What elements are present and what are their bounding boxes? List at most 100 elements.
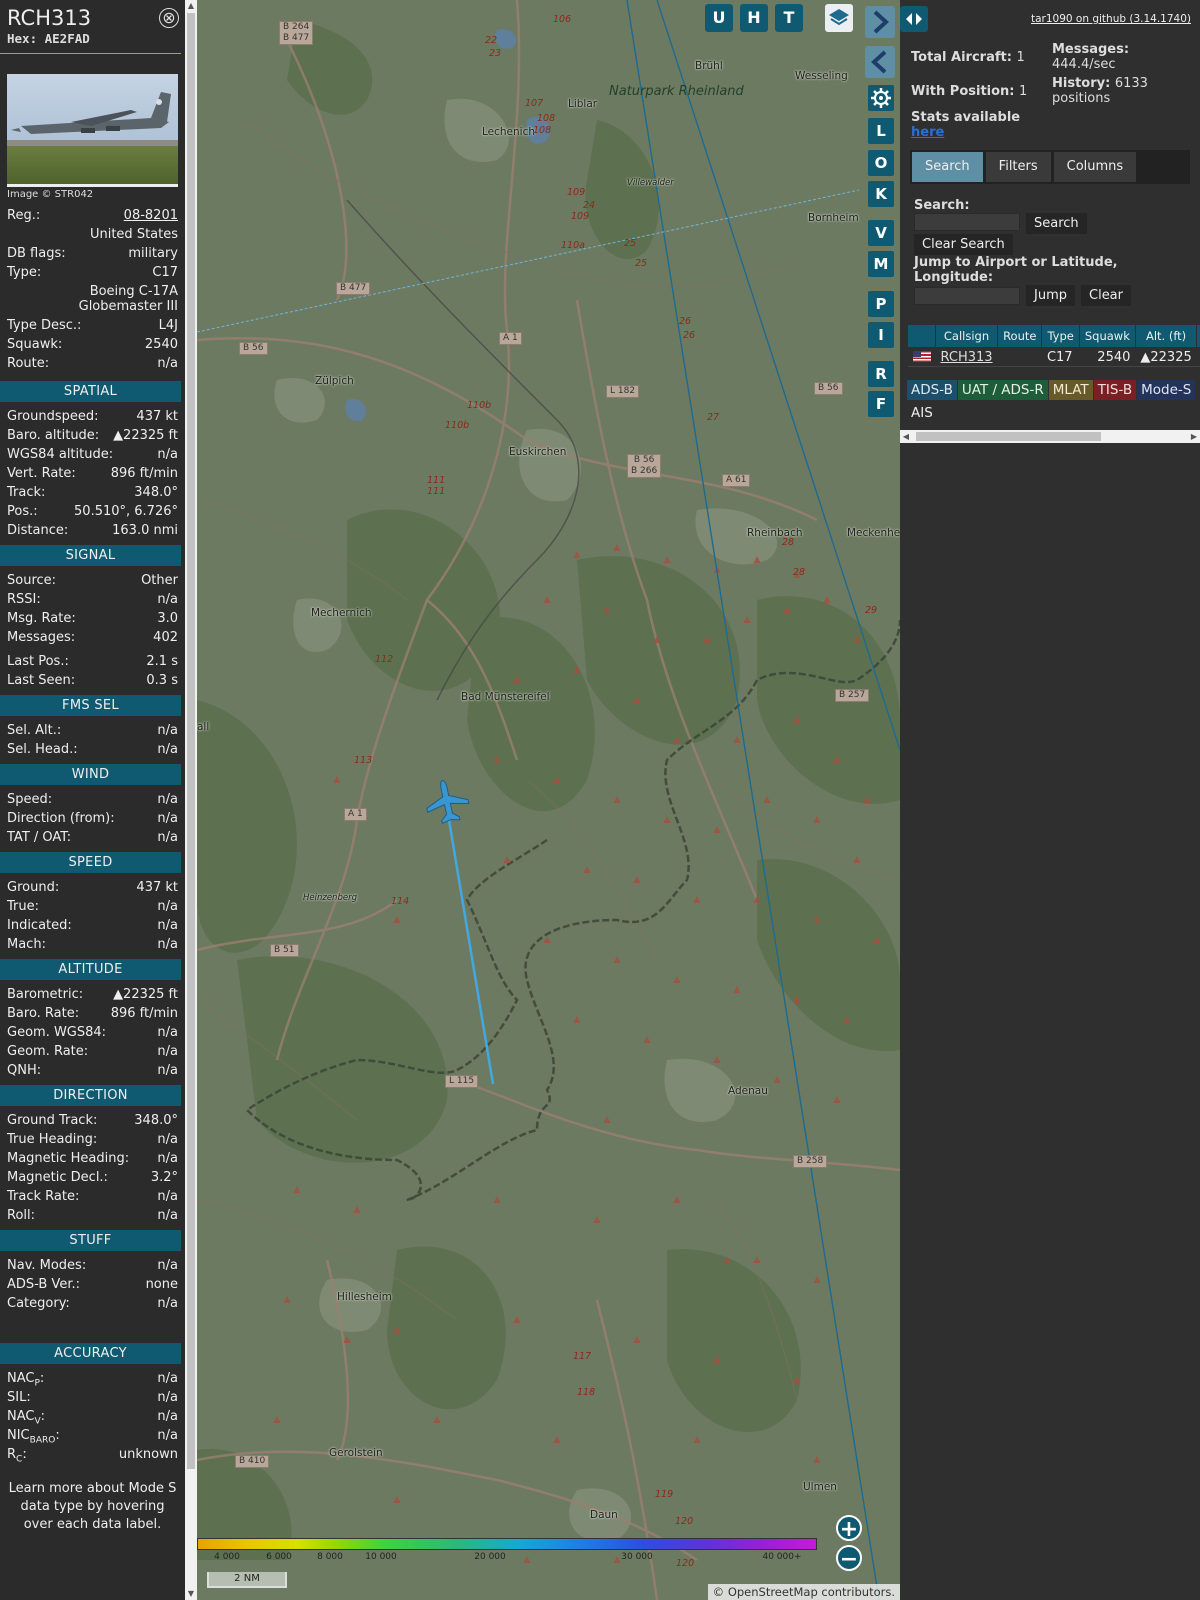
callsign-link[interactable]: RCH313 [941,350,993,365]
peak-marker [733,986,741,993]
map-button-o[interactable]: O [868,150,894,176]
stat-history: History: 6133 positions [1052,76,1192,106]
map-canvas[interactable]: Brühl Wesseling Liblar Lechenich Bornheim Zül… [197,0,900,1600]
route-number: 26 [679,316,692,327]
stat-with-position-value: 1 [1019,84,1028,99]
zoom-in-button[interactable]: + [836,1515,862,1542]
info-row-value: 2540 [144,337,178,352]
map-button-u[interactable]: U [705,4,733,32]
jump-input[interactable] [914,287,1020,305]
peak-marker [693,1436,701,1443]
chevron-right-icon[interactable] [865,6,895,38]
info-row: Ground Track: 348.0° [7,1111,178,1130]
search-input[interactable] [914,213,1020,231]
info-row-label: Track: [7,485,46,500]
table-row[interactable]: RCH313 C17 2540 ▲22325 [907,347,1200,367]
info-row-value: n/a [157,899,178,914]
map-button-r[interactable]: R [868,361,894,387]
info-row-value: n/a [157,1044,178,1059]
search-button[interactable]: Search [1026,213,1087,234]
map-button-t[interactable]: T [775,4,803,32]
road-shield: B 56 [239,342,268,355]
route-number: 28 [782,537,795,548]
road-shield: B 410 [235,1455,270,1468]
info-row-value: n/a [157,1371,178,1386]
route-number: 109 [571,211,590,222]
map-button-l[interactable]: L [868,118,894,144]
column-header[interactable]: Callsign [934,324,999,348]
peak-marker [733,736,741,743]
clear-search-button[interactable]: Clear Search [914,234,1013,255]
map-button-h[interactable]: H [740,4,768,32]
info-row-value: 896 ft/min [110,466,178,481]
jump-button[interactable]: Jump [1026,285,1075,306]
route-number: 22 [485,35,498,46]
map-button-p[interactable]: P [868,291,894,317]
map-place-label: all [197,721,210,733]
aircraft-photo[interactable] [7,74,178,187]
info-panel-scrollbar[interactable]: ▲ ▼ [185,0,197,1600]
table-horizontal-scrollbar[interactable]: ◀ ▶ [900,430,1200,443]
attribution-link[interactable]: OpenStreetMap [728,1585,818,1599]
info-row-label: Distance: [7,523,69,538]
map-attribution: © OpenStreetMap contributors. [707,1584,900,1600]
column-header[interactable] [907,324,936,348]
gear-icon[interactable] [868,85,894,111]
route-number: 118 [577,1387,596,1398]
map-button-v[interactable]: V [868,220,894,246]
registration-link[interactable]: 08-8201 [124,206,178,225]
info-row: NICBARO: n/a [7,1426,178,1446]
map-button-f[interactable]: F [868,391,894,417]
section-rows: Ground Track: 348.0° True Heading: n/a Magne… [0,1111,185,1225]
column-header[interactable]: Type [1041,324,1080,348]
column-header[interactable]: Alt. (ft) [1134,324,1198,348]
info-row: Type Desc.: L4J [7,316,178,335]
scroll-up-icon[interactable]: ▲ [185,0,197,12]
map-button-k[interactable]: K [868,181,894,207]
aircraft-list-panel: tar1090 on github (3.14.1740) Total Airc… [900,0,1200,1600]
stats-available: Stats available here [911,110,1020,140]
info-row: Sel. Alt.: n/a [7,721,178,740]
column-header[interactable]: Squawk [1078,324,1136,348]
info-row-value: 437 kt [136,409,178,424]
zoom-out-button[interactable]: − [836,1545,862,1572]
info-row-label: Vert. Rate: [7,466,76,481]
scroll-right-icon[interactable]: ▶ [1188,430,1200,443]
flag-cell [907,347,936,367]
info-row-value: n/a [157,937,178,952]
peak-marker [773,1076,781,1083]
map-button-i[interactable]: I [868,322,894,348]
route-number: 23 [489,48,502,59]
aircraft-marker-icon[interactable] [422,778,472,826]
map-place-label: Brühl [695,60,723,72]
close-icon[interactable]: ⊗ [159,8,179,28]
info-row: Track: 348.0° [7,483,178,502]
tab-search[interactable]: Search [912,152,983,182]
peak-marker [513,1316,521,1323]
layout-toggle-icon[interactable] [900,6,928,32]
info-row-label: Baro. Rate: [7,1006,80,1021]
map-button-m[interactable]: M [868,251,894,277]
scrollbar-thumb[interactable] [187,13,195,1469]
route-number: 112 [375,654,394,665]
stats-here-link[interactable]: here [911,125,1020,140]
info-row-value: n/a [157,742,178,757]
info-row: Boeing C-17A Globemaster III [7,282,178,316]
info-row-value: unknown [118,1447,178,1462]
peak-marker [273,1416,281,1423]
info-row-label-sub: P [34,1378,40,1389]
github-link[interactable]: tar1090 on github (3.14.1740) [1031,13,1191,25]
scroll-left-icon[interactable]: ◀ [900,430,912,443]
info-row-label: RSSI: [7,592,41,607]
chevron-left-icon[interactable] [865,46,895,78]
tab-filters[interactable]: Filters [985,152,1051,182]
info-row: Magnetic Decl.: 3.2° [7,1168,178,1187]
tab-columns[interactable]: Columns [1053,152,1137,182]
scroll-down-icon[interactable]: ▼ [185,1588,197,1600]
hscroll-thumb[interactable] [916,432,1101,441]
table-header-row: CallsignRouteTypeSquawkAlt. (ft)Spd [907,324,1200,348]
layers-icon[interactable] [825,4,853,32]
clear-button[interactable]: Clear [1081,285,1131,306]
column-header[interactable]: Route [997,324,1043,348]
route-number: 117 [573,1351,592,1362]
